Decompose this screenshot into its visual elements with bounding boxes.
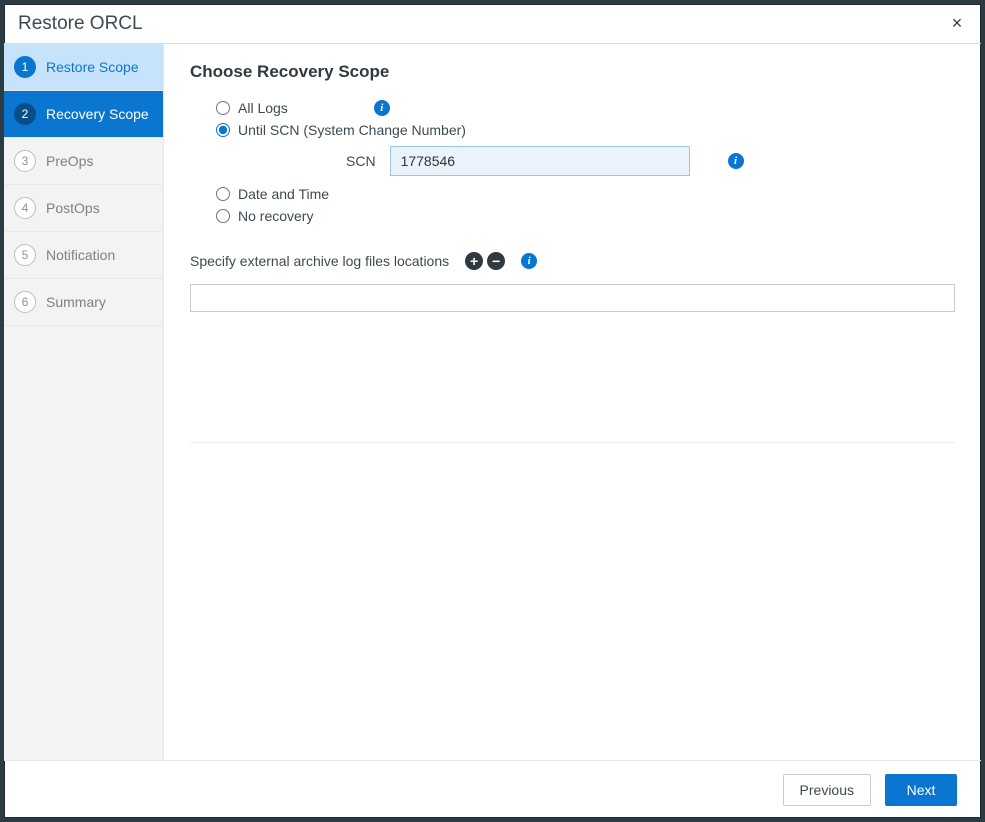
archive-locations-label: Specify external archive log files locat… <box>190 253 449 269</box>
step-label: Restore Scope <box>46 59 139 75</box>
step-label: Notification <box>46 247 115 263</box>
sidebar-item-preops[interactable]: 3 PreOps <box>4 138 163 185</box>
step-label: Recovery Scope <box>46 106 149 122</box>
option-label: Date and Time <box>238 186 329 202</box>
plus-icon[interactable]: + <box>465 252 483 270</box>
section-divider <box>190 442 955 443</box>
previous-button[interactable]: Previous <box>783 774 871 806</box>
next-button[interactable]: Next <box>885 774 957 806</box>
option-label: Until SCN (System Change Number) <box>238 122 466 138</box>
info-icon[interactable]: i <box>728 153 744 169</box>
step-label: PreOps <box>46 153 93 169</box>
sidebar-item-restore-scope[interactable]: 1 Restore Scope <box>4 44 163 91</box>
sidebar-item-summary[interactable]: 6 Summary <box>4 279 163 326</box>
titlebar: Restore ORCL × <box>4 4 981 44</box>
close-icon[interactable]: × <box>947 13 967 34</box>
page-heading: Choose Recovery Scope <box>190 62 955 82</box>
option-label: No recovery <box>238 208 313 224</box>
scn-label: SCN <box>346 153 376 169</box>
scn-input[interactable] <box>390 146 690 176</box>
step-number: 5 <box>14 244 36 266</box>
dialog-body: 1 Restore Scope 2 Recovery Scope 3 PreOp… <box>4 44 981 760</box>
sidebar-item-postops[interactable]: 4 PostOps <box>4 185 163 232</box>
step-number: 1 <box>14 56 36 78</box>
step-number: 4 <box>14 197 36 219</box>
step-number: 2 <box>14 103 36 125</box>
dialog-footer: Previous Next <box>4 760 981 818</box>
recovery-scope-options: All Logs i Until SCN (System Change Numb… <box>216 100 955 224</box>
info-icon[interactable]: i <box>521 253 537 269</box>
option-date-time[interactable]: Date and Time <box>216 186 955 202</box>
radio-no-recovery[interactable] <box>216 209 230 223</box>
main-panel: Choose Recovery Scope All Logs i Until S… <box>164 44 981 760</box>
option-all-logs[interactable]: All Logs i <box>216 100 955 116</box>
radio-until-scn[interactable] <box>216 123 230 137</box>
sidebar-item-recovery-scope[interactable]: 2 Recovery Scope <box>4 91 163 138</box>
archive-locations-section: Specify external archive log files locat… <box>190 252 955 270</box>
step-number: 6 <box>14 291 36 313</box>
sidebar-item-notification[interactable]: 5 Notification <box>4 232 163 279</box>
option-no-recovery[interactable]: No recovery <box>216 208 955 224</box>
step-number: 3 <box>14 150 36 172</box>
archive-locations-input[interactable] <box>190 284 955 312</box>
radio-all-logs[interactable] <box>216 101 230 115</box>
dialog-title: Restore ORCL <box>18 13 143 35</box>
radio-date-time[interactable] <box>216 187 230 201</box>
scn-row: SCN i <box>346 146 955 176</box>
wizard-sidebar: 1 Restore Scope 2 Recovery Scope 3 PreOp… <box>4 44 164 760</box>
step-label: Summary <box>46 294 106 310</box>
minus-icon[interactable]: − <box>487 252 505 270</box>
step-label: PostOps <box>46 200 100 216</box>
option-label: All Logs <box>238 100 288 116</box>
restore-dialog: Restore ORCL × 1 Restore Scope 2 Recover… <box>4 4 981 818</box>
info-icon[interactable]: i <box>374 100 390 116</box>
archive-buttons: + − <box>465 252 505 270</box>
option-until-scn[interactable]: Until SCN (System Change Number) <box>216 122 955 138</box>
